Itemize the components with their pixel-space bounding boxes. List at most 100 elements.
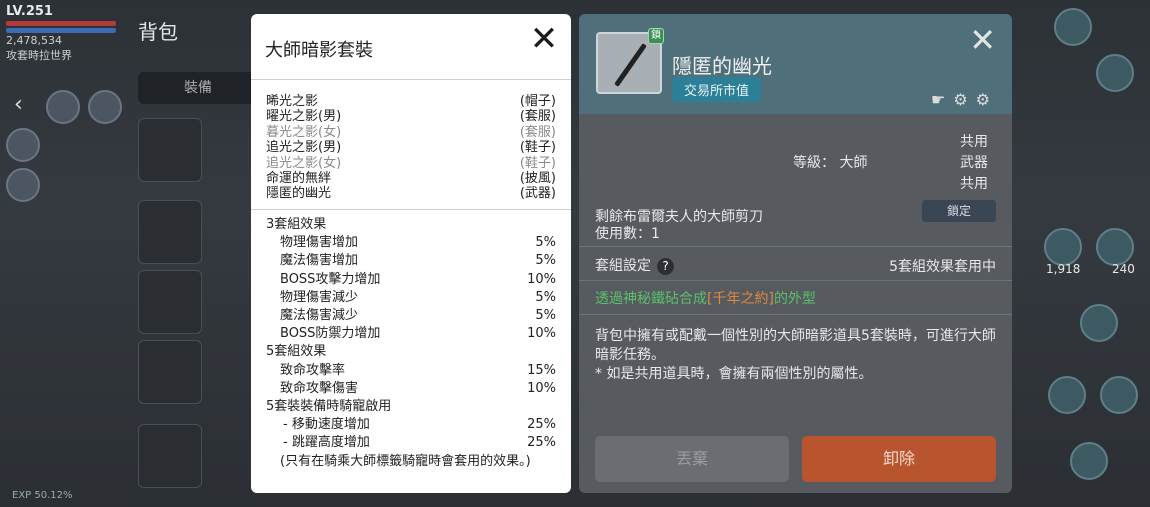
attr-gender: 共用: [960, 134, 988, 150]
grade-label: 等級： 大師: [793, 155, 868, 171]
merge-info: 透過神秘鐵砧合成[千年之約]的外型: [595, 288, 816, 308]
divider: [251, 209, 571, 210]
location-label: 攻套時拉世界: [6, 49, 72, 62]
effect-row: BOSS攻擊力增加 10%: [266, 271, 556, 289]
set-setting-row: 套組設定?: [595, 255, 674, 275]
potion-icon[interactable]: [1044, 228, 1082, 266]
effect-row: 物理傷害增加 5%: [266, 234, 556, 252]
use-count: 使用數：1: [595, 226, 660, 242]
set-item-name: 隱匿的幽光: [266, 186, 332, 202]
set-item-name: 曜光之影(男): [266, 109, 342, 125]
skill-icon[interactable]: [1048, 376, 1086, 414]
effect-value: 5%: [535, 235, 556, 251]
item-detail-panel: 鎖 隱匿的幽光 交易所市值 ✕ ☛⚙⚙ 等級： 大師 共用 武器 共用 鎖定 剩…: [579, 14, 1012, 493]
effect-name: 致命攻擊傷害: [280, 380, 359, 396]
effect-value: 5%: [535, 253, 556, 269]
avatar-icon[interactable]: [46, 90, 80, 124]
effect-value: 15%: [527, 362, 556, 378]
set-item-slot: (套服): [519, 109, 556, 125]
skill-icon[interactable]: [1080, 304, 1118, 342]
mount-note: (只有在騎乘大師標籤騎寵時會套用的效果。): [280, 453, 531, 469]
desc-line: 背包中擁有或配戴一個性別的大師暗影道具5套裝時，可進行大師: [595, 328, 996, 344]
attr-type: 武器: [960, 155, 988, 171]
set-item-slot: (鞋子): [519, 140, 556, 156]
discard-button[interactable]: 丟棄: [595, 436, 789, 482]
effect-name: BOSS攻擊力增加: [280, 271, 381, 287]
close-icon[interactable]: ✕: [969, 24, 996, 56]
mount-header: 5套裝裝備時騎寵啟用: [266, 399, 392, 415]
item-thumbnail: 鎖: [596, 28, 664, 94]
effect-value: 5%: [535, 308, 556, 324]
player-status: LV.251 2,478,534 攻套時拉世界: [6, 4, 116, 63]
effect-value: 25%: [527, 417, 556, 433]
effect-value: 10%: [527, 326, 556, 342]
lock-icon: 鎖: [648, 28, 664, 44]
exp-text: EXP 50.12%: [12, 490, 73, 501]
divider: [251, 79, 571, 80]
set-item-row: 隱匿的幽光 (武器): [266, 186, 556, 201]
inventory-slot[interactable]: [138, 424, 202, 488]
jump-icon[interactable]: [1070, 442, 1108, 480]
desc-line: 暗影任務。: [595, 347, 665, 363]
set-item-slot: (鞋子): [519, 155, 556, 171]
character-icon[interactable]: [1054, 8, 1092, 46]
merge-highlight: [千年之約]: [707, 291, 774, 307]
map-pin-icon[interactable]: [1096, 54, 1134, 92]
effect-name: BOSS防禦力增加: [280, 326, 381, 342]
inventory-slot[interactable]: [138, 118, 202, 182]
close-icon[interactable]: ✕: [529, 22, 559, 56]
set-item-row: 追光之影(女) (鞋子): [266, 156, 556, 171]
meso-amount: 2,478,534: [6, 34, 62, 47]
back-arrow-icon[interactable]: ‹: [14, 92, 23, 117]
set-item-name: 命運的無絆: [266, 171, 332, 187]
help-icon[interactable]: ?: [657, 258, 674, 275]
pet-icon[interactable]: [88, 90, 122, 124]
compare-icon[interactable]: ⚙: [953, 90, 975, 109]
unequip-button[interactable]: 卸除: [802, 436, 996, 482]
inventory-slot[interactable]: [138, 200, 202, 264]
set-item-name: 追光之影(男): [266, 140, 342, 156]
set-item-slot: (武器): [519, 186, 556, 202]
effect-name: 魔法傷害增加: [280, 253, 359, 269]
set-item-row: 追光之影(男) (鞋子): [266, 140, 556, 155]
divider: [579, 246, 1012, 247]
effect-value: 5%: [535, 289, 556, 305]
effect-name: 物理傷害減少: [280, 289, 359, 305]
header-icons: ☛⚙⚙: [931, 90, 998, 109]
sword-icon: [614, 43, 647, 87]
effect-row: BOSS防禦力增加 10%: [266, 325, 556, 343]
set-item-row: 晞光之影 (帽子): [266, 94, 556, 109]
potion-icon[interactable]: [1096, 228, 1134, 266]
set-item-name: 晞光之影: [266, 94, 319, 109]
inventory-slot[interactable]: [138, 340, 202, 404]
merge-prefix: 透過神秘鐵砧合成: [595, 291, 707, 307]
effect-name: 物理傷害增加: [280, 235, 359, 251]
effect-name: - 移動速度增加: [283, 417, 370, 433]
cloud-icon[interactable]: [6, 168, 40, 202]
market-price-button[interactable]: 交易所市值: [672, 77, 762, 102]
attr-class: 共用: [960, 176, 988, 192]
desc-line: * 如是共用道具時，會擁有兩個性別的屬性。: [595, 366, 873, 382]
player-level: LV.251: [6, 4, 53, 19]
effect-row: 魔法傷害減少 5%: [266, 307, 556, 325]
item-name: 隱匿的幽光: [672, 54, 772, 78]
set-bonus-popup: 大師暗影套裝 ✕ 晞光之影 (帽子) 曜光之影(男) (套服) 暮光之影(女) (套服…: [251, 14, 571, 493]
effect-value: 10%: [527, 271, 556, 287]
effect-name: 魔法傷害減少: [280, 308, 359, 324]
tab-equipment[interactable]: 裝備: [138, 72, 258, 104]
merge-suffix: 的外型: [773, 291, 816, 307]
potion-count: 240: [1112, 262, 1135, 276]
effect-row: - 跳躍高度增加 25%: [266, 434, 556, 452]
inventory-slot[interactable]: [138, 270, 202, 334]
lock-button[interactable]: 鎖定: [922, 200, 996, 222]
set-effects: 3套組效果 物理傷害增加 5% 魔法傷害增加 5% BOSS攻擊力增加 10% 物理傷…: [266, 216, 556, 471]
set-item-slot: (套服): [519, 124, 556, 140]
effect-row: 致命攻擊傷害 10%: [266, 380, 556, 398]
refresh-icon[interactable]: [1100, 376, 1138, 414]
potion-count: 1,918: [1046, 262, 1081, 276]
menu-icon[interactable]: [6, 128, 40, 162]
effect-row: - 移動速度增加 25%: [266, 416, 556, 434]
share-icon[interactable]: ☛: [931, 90, 953, 109]
effect-row: 致命攻擊率 15%: [266, 362, 556, 380]
settings-icon[interactable]: ⚙: [976, 90, 998, 109]
